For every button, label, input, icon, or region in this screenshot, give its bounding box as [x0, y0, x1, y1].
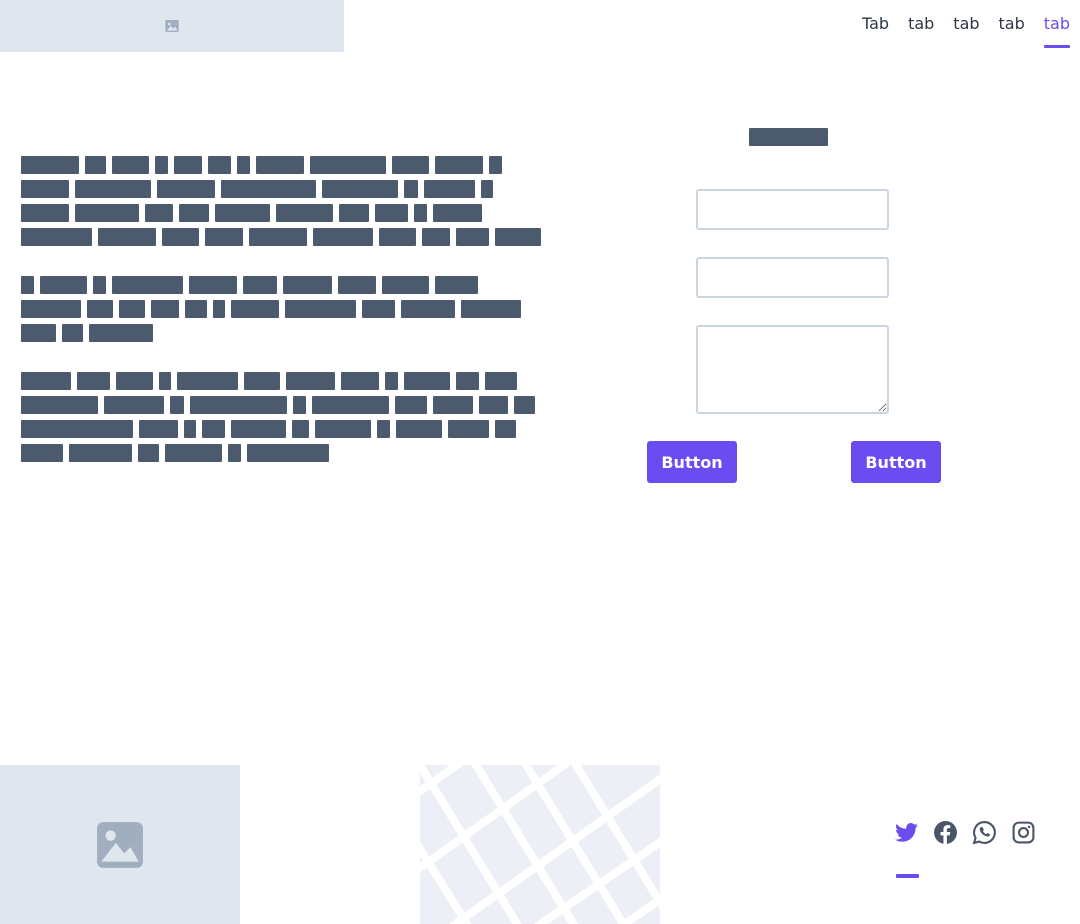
form-textarea[interactable]: [696, 325, 889, 414]
social-links: [894, 818, 1036, 846]
tab-3[interactable]: tab: [953, 0, 979, 50]
instagram-icon[interactable]: [1011, 818, 1036, 846]
form-input-1[interactable]: [696, 189, 889, 230]
tab-4[interactable]: tab: [999, 0, 1025, 50]
whatsapp-icon[interactable]: [972, 818, 997, 846]
placeholder-paragraph-1: [21, 156, 541, 252]
image-placeholder-icon: [97, 821, 143, 868]
map-streets-icon: [420, 765, 660, 924]
social-active-indicator: [896, 874, 919, 878]
tab-1[interactable]: Tab: [862, 0, 889, 50]
form-button-2[interactable]: Button: [851, 441, 941, 483]
map-placeholder[interactable]: [420, 765, 660, 924]
placeholder-paragraph-2: [21, 276, 541, 348]
image-placeholder-icon: [165, 20, 179, 32]
tab-2[interactable]: tab: [908, 0, 934, 50]
form-title-placeholder: [749, 128, 828, 146]
footer-image-placeholder: [0, 765, 240, 924]
twitter-icon[interactable]: [894, 818, 919, 846]
tab-5-active[interactable]: tab: [1043, 0, 1071, 50]
placeholder-paragraph-3: [21, 372, 541, 468]
header-logo-placeholder: [0, 0, 344, 52]
facebook-icon[interactable]: [933, 818, 958, 846]
form-input-2[interactable]: [696, 257, 889, 298]
header-tabs: Tab tab tab tab tab: [862, 0, 1071, 52]
form-button-1[interactable]: Button: [647, 441, 737, 483]
